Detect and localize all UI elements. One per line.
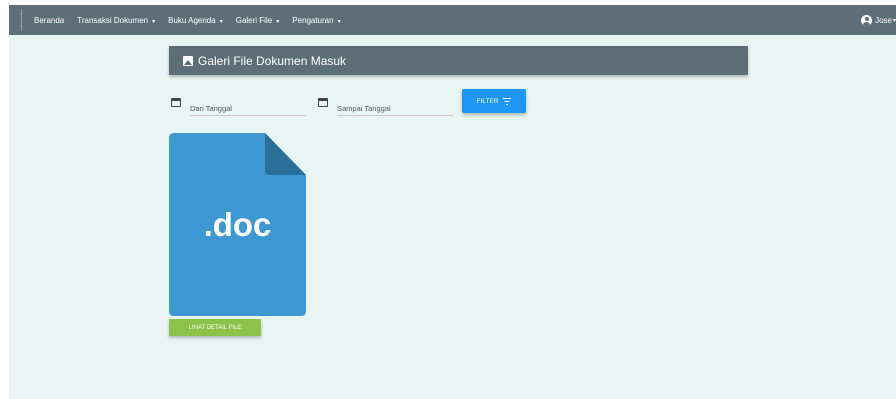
chevron-down-icon: ▾: [219, 18, 223, 25]
page-title: Galeri File Dokumen Masuk: [198, 53, 347, 68]
nav-item-label: Galeri File: [235, 15, 273, 25]
nav-item-pengaturan[interactable]: Pengaturan ▾: [292, 16, 340, 25]
nav-item-label: Buku Agenda: [168, 15, 216, 25]
nav-item-label: Pengaturan: [292, 15, 334, 25]
nav-item-transaksi-dokumen[interactable]: Transaksi Dokumen ▾: [77, 16, 155, 25]
top-navbar: Beranda Transaksi Dokumen ▾ Buku Agenda ▾ …: [9, 5, 896, 35]
calendar-icon: [171, 98, 181, 107]
file-extension-label: .doc: [203, 206, 272, 243]
navbar-divider: [21, 9, 22, 31]
chevron-down-icon: ▾: [337, 18, 341, 25]
date-to-input[interactable]: [337, 96, 453, 116]
nav-item-buku-agenda[interactable]: Buku Agenda ▾: [168, 16, 223, 25]
nav-item-beranda[interactable]: Beranda: [34, 16, 64, 25]
date-from-input[interactable]: [190, 96, 306, 116]
filter-button-label: FILTER: [476, 97, 499, 105]
view-file-detail-button[interactable]: LIHAT DETAIL FILE: [169, 319, 261, 336]
nav-menu: Beranda Transaksi Dokumen ▾ Buku Agenda ▾ …: [34, 5, 354, 35]
account-circle-icon: [861, 14, 873, 26]
gallery-header: Galeri File Dokumen Masuk: [169, 46, 748, 75]
nav-item-galeri-file[interactable]: Galeri File ▾: [236, 16, 279, 25]
nav-item-label: Beranda: [34, 15, 65, 25]
filter-icon: [503, 97, 512, 105]
calendar-icon: [318, 98, 328, 107]
doc-file-icon[interactable]: .doc: [169, 133, 306, 316]
chevron-down-icon: ▾: [276, 18, 280, 25]
app-root: Beranda Transaksi Dokumen ▾ Buku Agenda ▾ …: [9, 5, 896, 399]
filter-button[interactable]: FILTER: [462, 89, 526, 113]
chevron-down-icon: ▾: [152, 18, 156, 25]
user-menu[interactable]: Jose ▾: [861, 5, 896, 35]
view-file-detail-label: LIHAT DETAIL FILE: [188, 324, 242, 331]
nav-item-label: Transaksi Dokumen: [77, 15, 149, 25]
user-name: Jose: [875, 15, 892, 25]
image-icon: [183, 55, 193, 66]
